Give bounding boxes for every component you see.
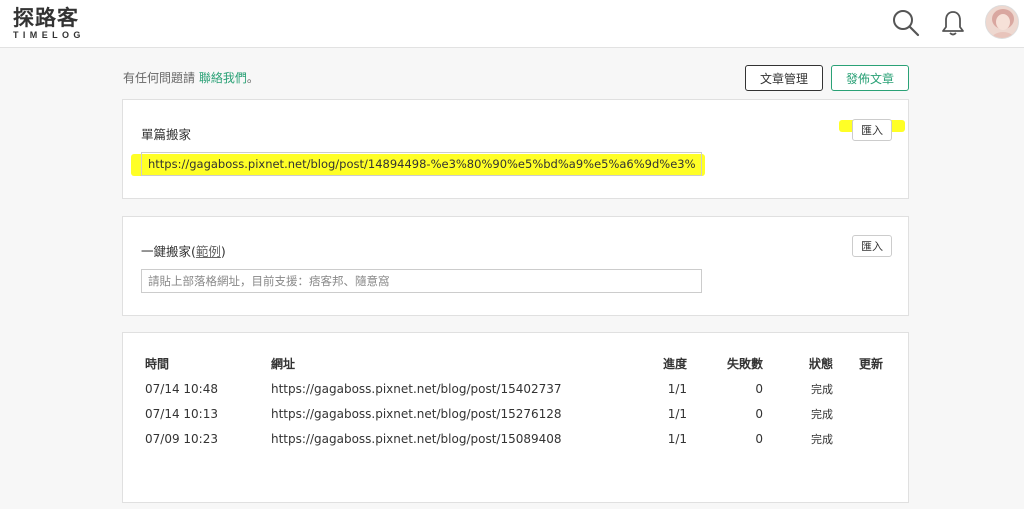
top-bar: 探路客 TIMELOG [0,0,1024,48]
cell-status: 完成 [811,432,833,446]
cell-update [833,426,883,451]
history-table: 時間 網址 進度 失敗數 狀態 更新 07/14 10:48 https://g… [145,355,883,451]
bulk-move-card: 一鍵搬家(範例) 匯入 [122,216,909,316]
cell-url: https://gagaboss.pixnet.net/blog/post/15… [271,406,562,421]
single-url-input[interactable] [141,152,702,176]
cell-progress: 1/1 [667,431,687,446]
single-import-button[interactable]: 匯入 [852,119,892,141]
table-row: 07/09 10:23 https://gagaboss.pixnet.net/… [145,426,883,451]
logo[interactable]: 探路客 TIMELOG [13,7,85,41]
publish-article-button[interactable]: 發佈文章 [831,65,909,91]
single-move-title: 單篇搬家 [141,127,192,142]
bulk-move-title-end: ) [220,244,226,259]
cell-time: 07/09 10:23 [145,431,218,446]
column-header-url: 網址 [271,357,296,371]
bell-icon[interactable] [937,7,969,39]
table-row: 07/14 10:13 https://gagaboss.pixnet.net/… [145,401,883,426]
help-suffix: 。 [246,71,259,85]
avatar[interactable] [985,5,1019,39]
logo-subtext: TIMELOG [13,30,85,40]
table-row: 07/14 10:48 https://gagaboss.pixnet.net/… [145,376,883,401]
cell-failures: 0 [755,406,763,421]
cell-url: https://gagaboss.pixnet.net/blog/post/15… [271,431,562,446]
column-header-status: 狀態 [808,357,833,371]
history-card: 時間 網址 進度 失敗數 狀態 更新 07/14 10:48 https://g… [122,332,909,503]
column-header-time: 時間 [145,357,170,371]
bulk-move-title-text: 一鍵搬家( [141,244,196,259]
cell-update [833,376,883,401]
bulk-move-title: 一鍵搬家(範例) [141,241,226,260]
blog-url-input[interactable] [141,269,702,293]
search-icon[interactable] [890,7,922,39]
single-move-card: 單篇搬家 匯入 [122,99,909,199]
cell-progress: 1/1 [667,406,687,421]
help-text: 有任何問題請 聯絡我們。 [123,69,259,86]
cell-status: 完成 [811,407,833,421]
bulk-import-button[interactable]: 匯入 [852,235,892,257]
cell-time: 07/14 10:48 [145,381,218,396]
column-header-failures: 失敗數 [726,357,763,371]
column-header-progress: 進度 [662,357,687,371]
example-link[interactable]: 範例 [196,244,221,259]
cell-update [833,401,883,426]
cell-progress: 1/1 [667,381,687,396]
cell-time: 07/14 10:13 [145,406,218,421]
manage-articles-button[interactable]: 文章管理 [745,65,823,91]
avatar-image [986,6,1018,38]
column-header-update: 更新 [858,357,883,371]
cell-url: https://gagaboss.pixnet.net/blog/post/15… [271,381,562,396]
cell-failures: 0 [755,431,763,446]
contact-link[interactable]: 聯絡我們 [199,71,247,85]
cell-failures: 0 [755,381,763,396]
help-prefix: 有任何問題請 [123,71,196,85]
table-header: 時間 網址 進度 失敗數 狀態 更新 [145,355,883,376]
logo-text: 探路客 [13,6,79,30]
cell-status: 完成 [811,382,833,396]
